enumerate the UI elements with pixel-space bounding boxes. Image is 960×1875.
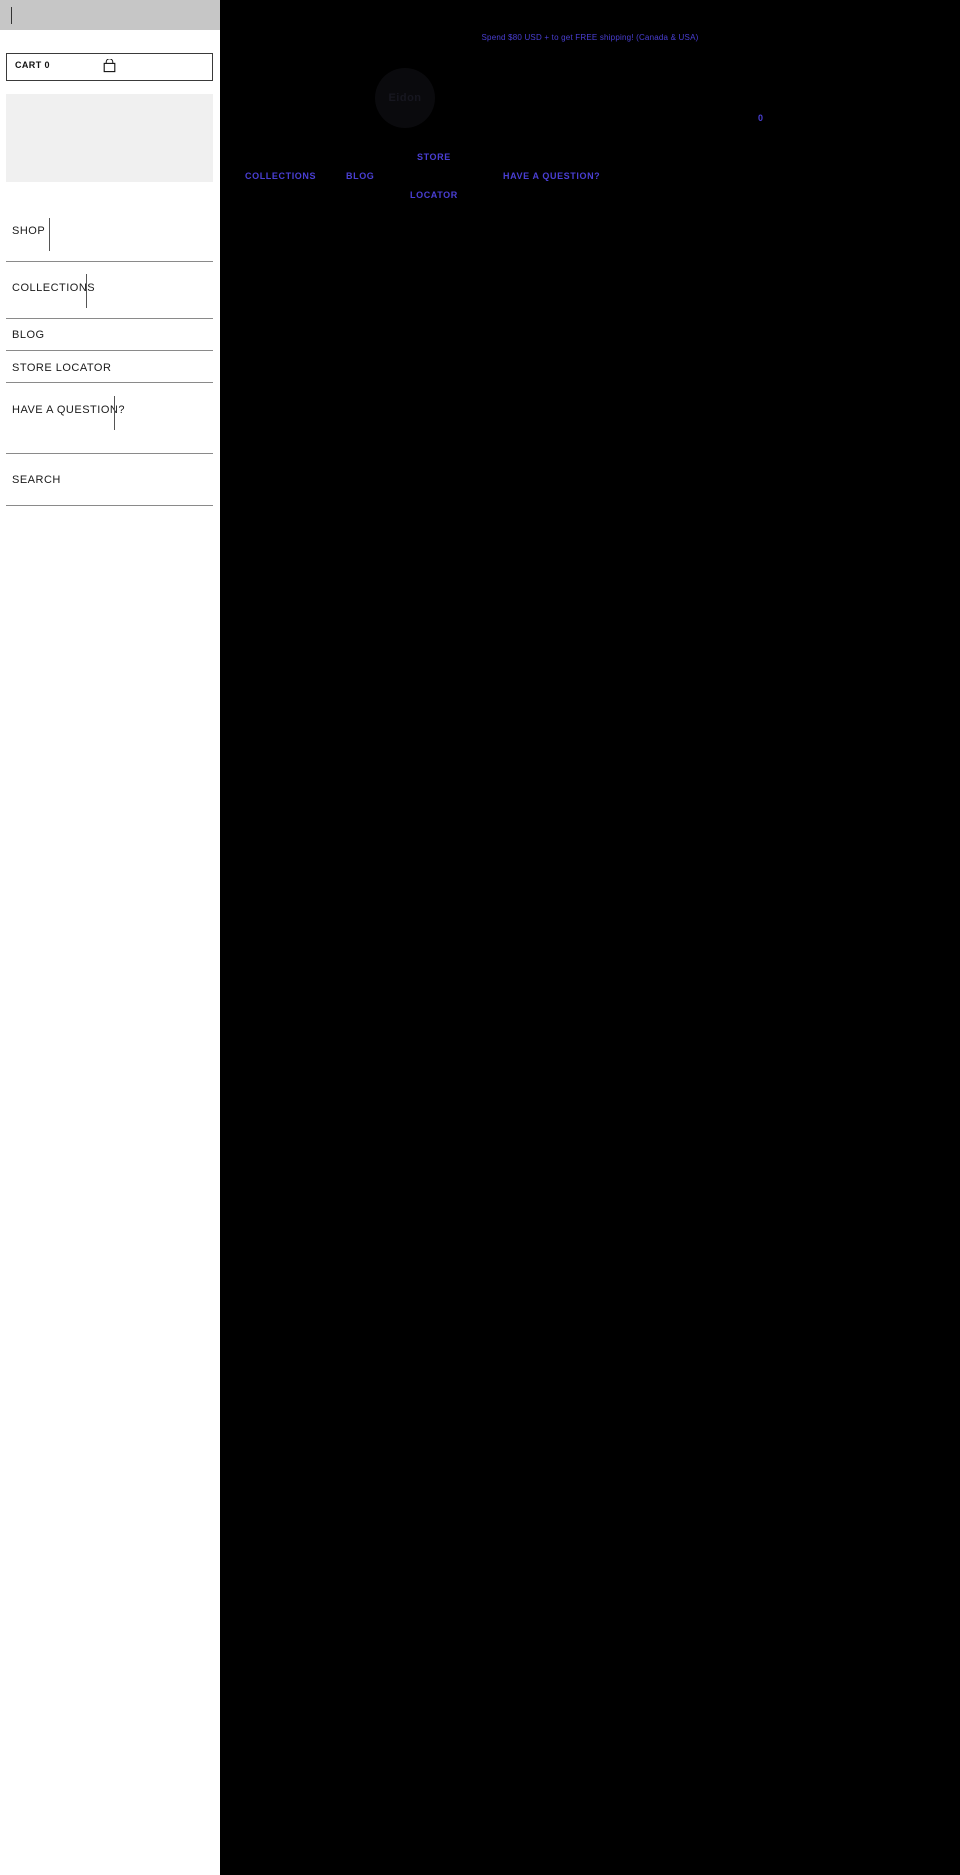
sidebar-item-label: BLOG [12, 329, 45, 341]
sidebar-item-label: HAVE A QUESTION? [12, 404, 125, 416]
nav-link-collections[interactable]: COLLECTIONS [245, 171, 316, 181]
sidebar-item-blog[interactable]: BLOG [6, 319, 213, 351]
sidebar-item-shop[interactable]: SHOP [6, 206, 213, 262]
sidebar-item-collections[interactable]: COLLECTIONS [6, 262, 213, 319]
sidebar-item-caret [86, 274, 87, 308]
site-logo-text: Eidon [388, 92, 422, 104]
cart-count-indicator[interactable]: 0 [758, 113, 763, 123]
sidebar-item-search[interactable]: SEARCH [6, 454, 213, 506]
shopping-bag-icon [103, 58, 116, 73]
sidebar-item-store-locator[interactable]: STORE LOCATOR [6, 351, 213, 383]
sidebar-placeholder-block [6, 94, 213, 182]
nav-link-locator[interactable]: LOCATOR [410, 190, 458, 200]
sidebar-topbar [0, 0, 220, 30]
page-root: CART 0 SHOP COLLECTIONS BLOG STORE LOCAT… [0, 0, 960, 1875]
sidebar-item-label: SHOP [12, 225, 46, 237]
left-sidebar-panel: CART 0 SHOP COLLECTIONS BLOG STORE LOCAT… [0, 0, 220, 1875]
main-dark-panel: Spend $80 USD + to get FREE shipping! (C… [220, 0, 960, 1875]
nav-link-store[interactable]: STORE [417, 152, 451, 162]
sidebar-item-have-a-question[interactable]: HAVE A QUESTION? [6, 383, 213, 454]
nav-link-blog[interactable]: BLOG [346, 171, 374, 181]
sidebar-item-label: STORE LOCATOR [12, 362, 112, 374]
text-cursor-caret [11, 7, 12, 24]
site-logo[interactable]: Eidon [375, 68, 435, 128]
cart-button[interactable]: CART 0 [6, 53, 213, 81]
sidebar-item-label: SEARCH [12, 474, 61, 486]
promo-shipping-banner: Spend $80 USD + to get FREE shipping! (C… [481, 33, 699, 42]
sidebar-item-caret [114, 396, 115, 430]
sidebar-item-caret [49, 218, 50, 251]
nav-link-have-a-question[interactable]: HAVE A QUESTION? [503, 171, 600, 181]
sidebar-item-label: COLLECTIONS [12, 282, 96, 294]
cart-label: CART 0 [15, 60, 50, 70]
